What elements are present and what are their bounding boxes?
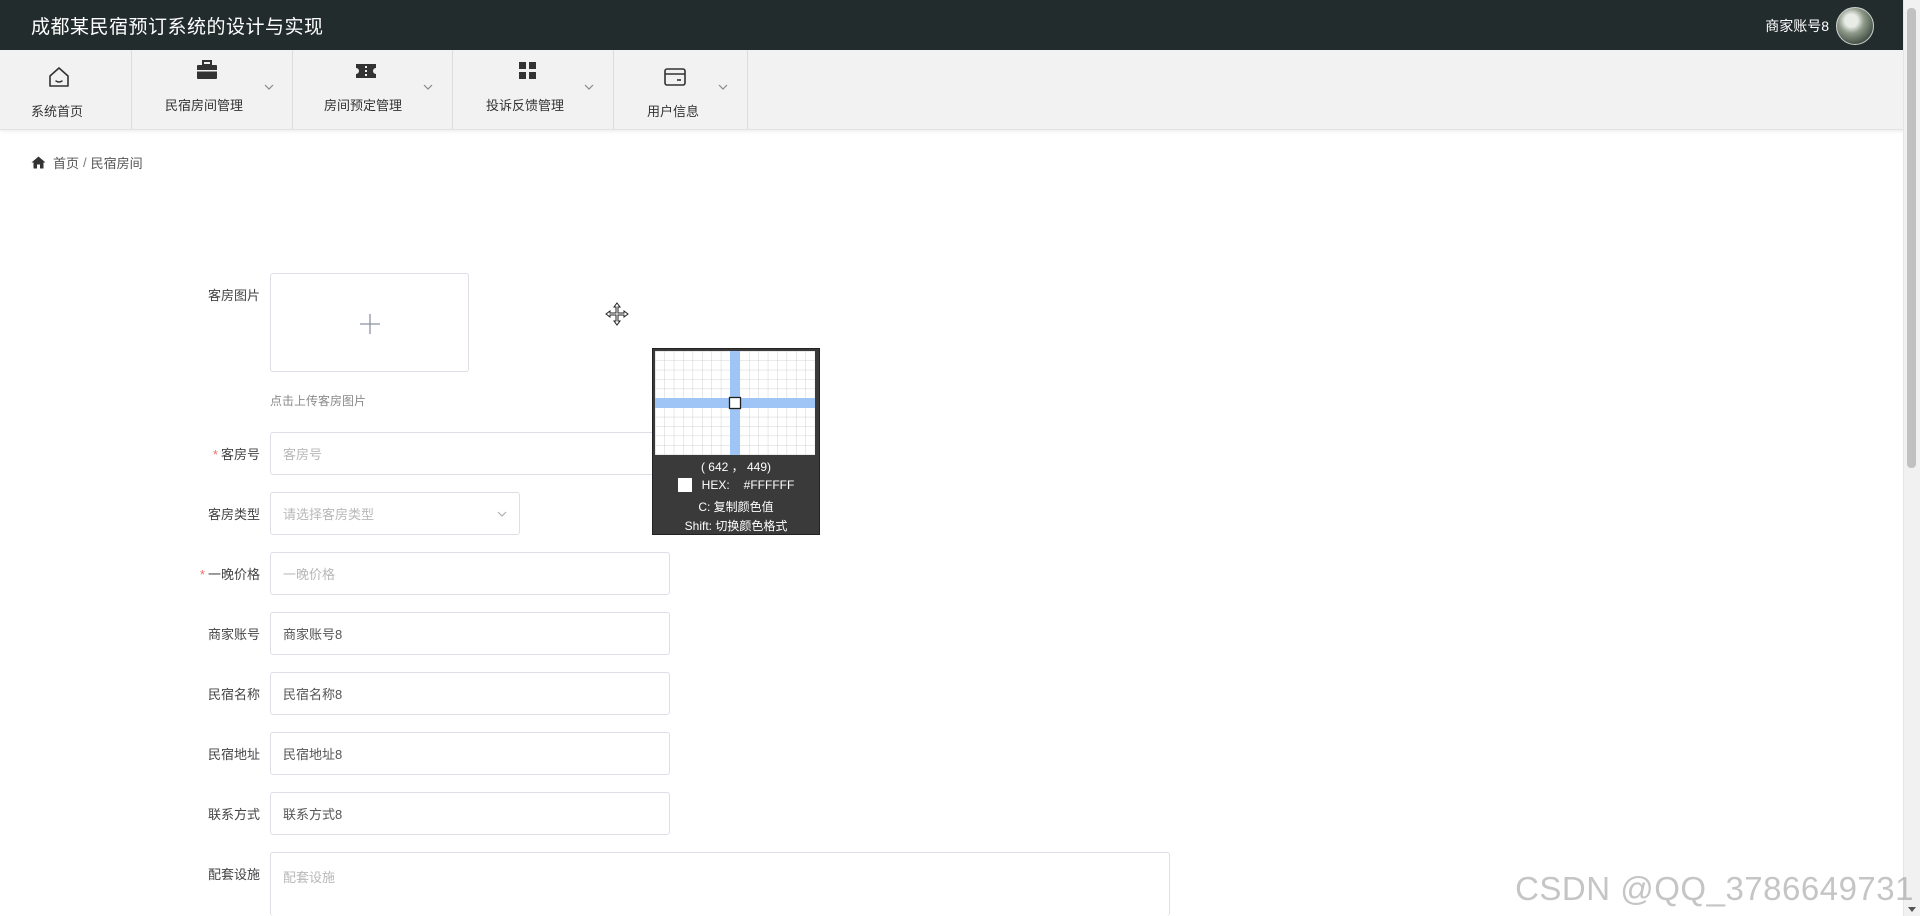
color-picker-tooltip: ( 642 ， 449) HEX: #FFFFFF C: 复制颜色值 Shift… xyxy=(652,348,820,535)
facilities-textarea[interactable]: 配套设施 xyxy=(270,852,1170,916)
home-icon xyxy=(31,156,46,169)
magnifier-grid xyxy=(655,351,815,455)
upload-hint: 点击上传客房图片 xyxy=(270,394,367,408)
watermark: CSDN @QQ_3786649731 xyxy=(1515,870,1914,907)
room-image-label: 客房图片 xyxy=(207,288,260,303)
menu-item-rooms[interactable]: 民宿房间管理 xyxy=(132,50,293,129)
briefcase-icon xyxy=(197,60,217,79)
price-label: * 一晚价格 xyxy=(199,567,260,582)
facilities-label: 配套设施 xyxy=(207,867,260,882)
user-name[interactable]: 商家账号8 xyxy=(1765,16,1829,36)
price-input[interactable]: 一晚价格 xyxy=(270,552,670,595)
merchant-value: 商家账号8 xyxy=(283,627,343,642)
price-placeholder: 一晚价格 xyxy=(283,567,336,582)
app-title: 成都某民宿预订系统的设计与实现 xyxy=(31,17,324,38)
menu-item-booking[interactable]: 房间预定管理 xyxy=(293,50,453,129)
grid-icon xyxy=(519,62,536,79)
picker-hex-row: HEX: #FFFFFF xyxy=(653,478,819,492)
breadcrumb-current: 民宿房间 xyxy=(90,156,143,171)
menu-item-complaints[interactable]: 投诉反馈管理 xyxy=(453,50,614,129)
color-swatch xyxy=(677,478,692,492)
menu-label-booking: 房间预定管理 xyxy=(324,98,403,113)
menu-label-rooms: 民宿房间管理 xyxy=(165,98,244,113)
breadcrumb: 首页 / 民宿房间 xyxy=(31,153,143,172)
contact-label: 联系方式 xyxy=(207,807,260,822)
picker-hex-label: HEX: xyxy=(701,478,730,492)
homestay-name-label: 民宿名称 xyxy=(207,687,260,702)
page-scrollbar[interactable] xyxy=(1903,0,1920,916)
plus-icon xyxy=(360,314,380,334)
homestay-name-input[interactable]: 民宿名称8 xyxy=(270,672,670,715)
menu-item-user[interactable]: 用户信息 xyxy=(614,50,748,129)
address-label: 民宿地址 xyxy=(207,747,260,762)
address-value: 民宿地址8 xyxy=(283,747,343,762)
card-icon xyxy=(664,68,686,86)
home-icon xyxy=(49,67,69,87)
breadcrumb-separator: / xyxy=(83,155,87,170)
scrollbar-thumb[interactable] xyxy=(1907,8,1916,468)
picker-shift-hint: Shift: 切换颜色格式 xyxy=(684,519,788,533)
required-mark: * xyxy=(212,447,218,462)
homestay-name-value: 民宿名称8 xyxy=(283,687,343,702)
breadcrumb-home[interactable]: 首页 xyxy=(53,153,79,172)
ticket-icon xyxy=(356,64,376,78)
address-input[interactable]: 民宿地址8 xyxy=(270,732,670,775)
chevron-down-icon xyxy=(264,84,274,90)
chevron-down-icon xyxy=(497,511,507,517)
room-number-input[interactable]: 客房号 xyxy=(270,432,670,475)
chevron-down-icon xyxy=(718,84,728,90)
main-menu: 系统首页 民宿房间管理 房间预定管理 投诉反馈管理 用户信息 xyxy=(0,50,1904,130)
room-number-placeholder: 客房号 xyxy=(283,447,323,462)
room-type-select[interactable]: 请选择客房类型 xyxy=(270,492,520,535)
contact-value: 联系方式8 xyxy=(283,807,343,822)
menu-label-complaints: 投诉反馈管理 xyxy=(486,98,565,113)
picker-hex-value: #FFFFFF xyxy=(743,478,795,492)
merchant-input[interactable]: 商家账号8 xyxy=(270,612,670,655)
merchant-label: 商家账号 xyxy=(207,627,260,642)
facilities-placeholder: 配套设施 xyxy=(283,870,336,885)
top-header: 成都某民宿预订系统的设计与实现 商家账号8 xyxy=(0,0,1904,50)
room-number-label: * 客房号 xyxy=(212,447,260,462)
menu-item-home[interactable]: 系统首页 xyxy=(0,50,132,129)
picker-copy-hint: C: 复制颜色值 xyxy=(698,500,774,514)
room-type-label: 客房类型 xyxy=(207,507,260,522)
menu-label-home: 系统首页 xyxy=(31,104,84,119)
menu-label-user: 用户信息 xyxy=(647,104,700,119)
chevron-down-icon xyxy=(584,84,594,90)
room-type-placeholder: 请选择客房类型 xyxy=(283,507,375,522)
contact-input[interactable]: 联系方式8 xyxy=(270,792,670,835)
image-upload-box[interactable] xyxy=(270,273,469,372)
chevron-down-icon xyxy=(423,84,433,90)
picker-coords: ( 642 ， 449) xyxy=(700,460,772,474)
move-cursor-icon xyxy=(605,302,629,326)
required-mark: * xyxy=(199,567,205,582)
user-avatar[interactable] xyxy=(1836,7,1874,45)
